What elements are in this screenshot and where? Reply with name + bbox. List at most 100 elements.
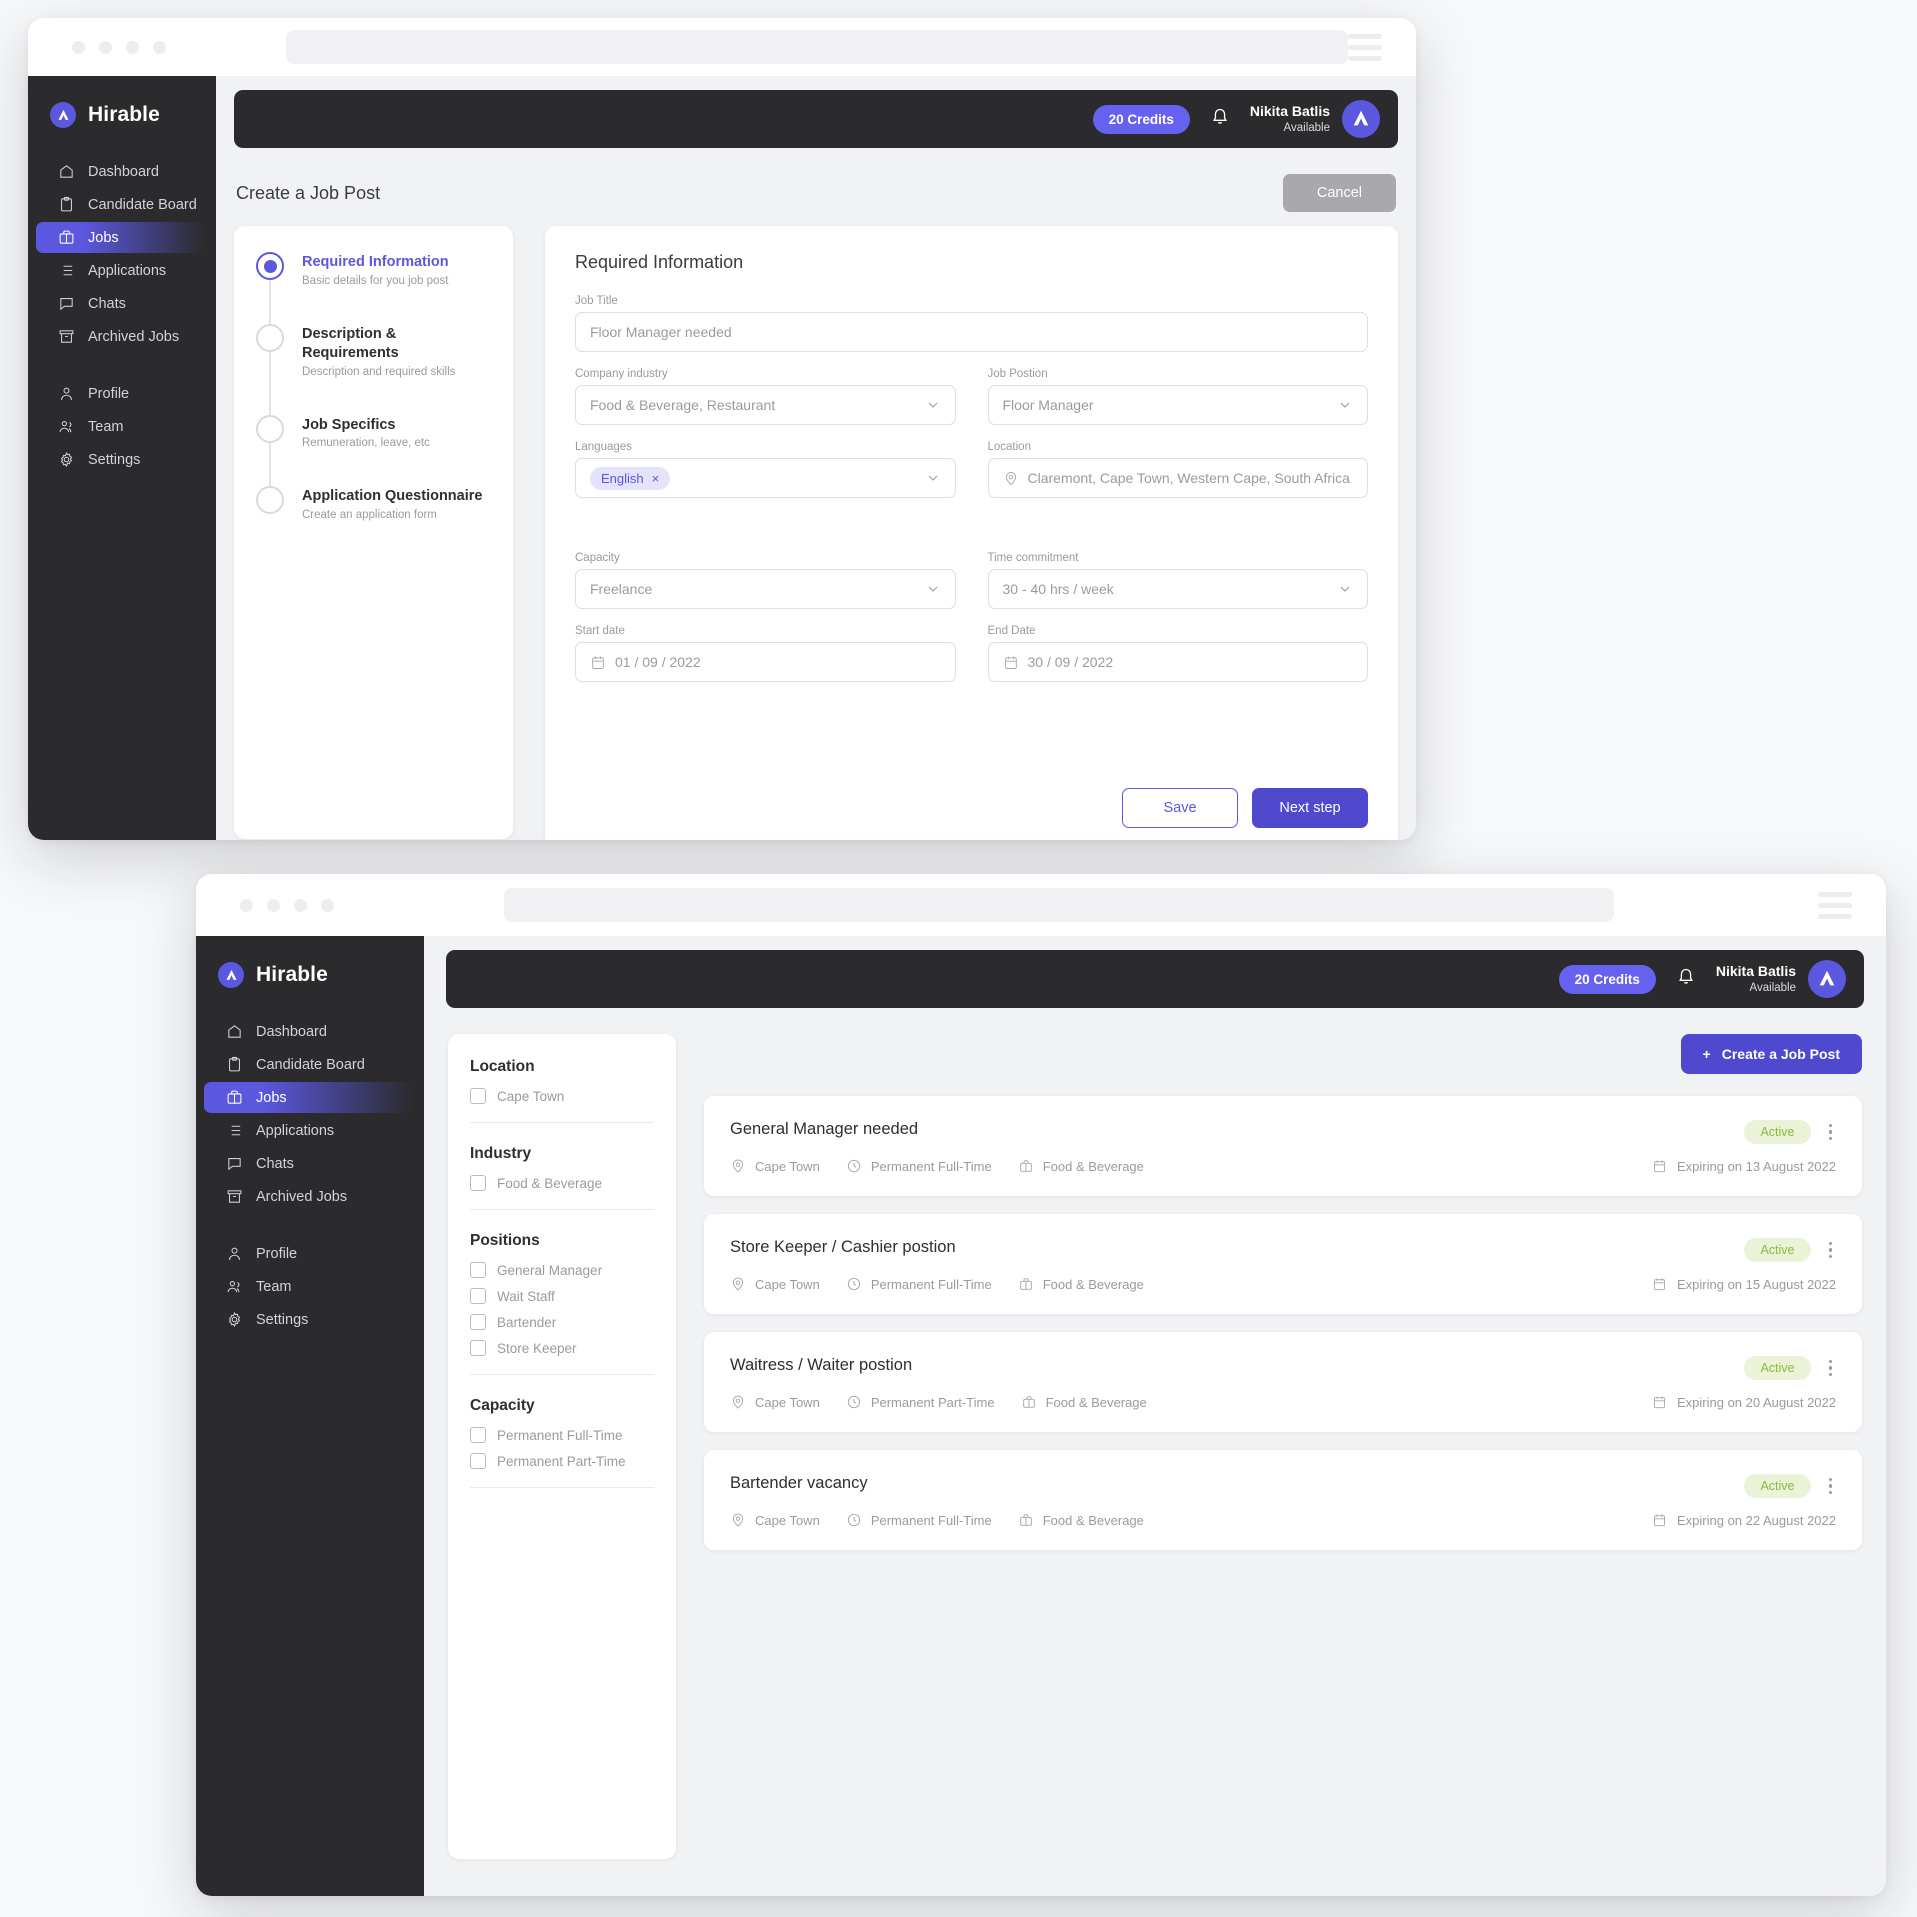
- chevron-down-icon: [925, 581, 941, 597]
- bell-icon[interactable]: [1210, 106, 1230, 133]
- job-title: Bartender vacancy: [730, 1474, 868, 1492]
- checkbox[interactable]: [470, 1453, 486, 1469]
- step-description-requirements[interactable]: Description & Requirements Description a…: [256, 323, 491, 415]
- table-row[interactable]: General Manager needed Active Cape Town: [704, 1096, 1862, 1196]
- job-expiry: Expiring on 15 August 2022: [1652, 1276, 1836, 1292]
- step-job-specifics[interactable]: Job Specifics Remuneration, leave, etc: [256, 414, 491, 487]
- avatar[interactable]: [1808, 960, 1846, 998]
- menu-icon[interactable]: [1348, 33, 1390, 61]
- sidebar-item-applications[interactable]: Applications: [36, 255, 204, 286]
- start-date-input[interactable]: 01 / 09 / 2022: [575, 642, 956, 682]
- checkbox[interactable]: [470, 1314, 486, 1330]
- sidebar-item-profile[interactable]: Profile: [36, 378, 204, 409]
- checkbox[interactable]: [470, 1262, 486, 1278]
- checkbox[interactable]: [470, 1175, 486, 1191]
- table-row[interactable]: Store Keeper / Cashier postion Active Ca…: [704, 1214, 1862, 1314]
- job-position-select[interactable]: Floor Manager: [987, 385, 1368, 425]
- filter-option-bartender[interactable]: Bartender: [470, 1314, 654, 1330]
- more-options-icon[interactable]: [1825, 1358, 1837, 1379]
- table-row[interactable]: Waitress / Waiter postion Active Cape To…: [704, 1332, 1862, 1432]
- cancel-button[interactable]: Cancel: [1282, 174, 1396, 212]
- languages-select[interactable]: English ×: [575, 458, 956, 498]
- window-dot[interactable]: [267, 898, 280, 912]
- credits-badge[interactable]: 20 Credits: [1092, 104, 1190, 134]
- sidebar-item-candidate-board[interactable]: Candidate Board: [204, 1049, 412, 1080]
- sidebar-item-dashboard[interactable]: Dashboard: [204, 1016, 412, 1047]
- window-dot[interactable]: [126, 40, 139, 54]
- window-dot[interactable]: [99, 40, 112, 54]
- sidebar-item-settings[interactable]: Settings: [36, 444, 204, 475]
- company-industry-select[interactable]: Food & Beverage, Restaurant: [575, 385, 956, 425]
- filter-option-food-beverage[interactable]: Food & Beverage: [470, 1175, 654, 1191]
- checkbox[interactable]: [470, 1340, 486, 1356]
- divider: [470, 1487, 654, 1488]
- sidebar-item-archived-jobs[interactable]: Archived Jobs: [36, 321, 204, 352]
- jobs-toolbar: + Create a Job Post: [704, 1034, 1862, 1074]
- sidebar-item-label: Team: [88, 418, 124, 435]
- checkbox[interactable]: [470, 1288, 486, 1304]
- time-commitment-select[interactable]: 30 - 40 hrs / week: [987, 569, 1368, 609]
- next-step-button[interactable]: Next step: [1252, 788, 1368, 828]
- user-block[interactable]: Nikita Batlis Available: [1250, 100, 1380, 138]
- filter-option-permanent-part-time[interactable]: Permanent Part-Time: [470, 1453, 654, 1469]
- sidebar-item-team[interactable]: Team: [204, 1271, 412, 1302]
- menu-icon[interactable]: [1818, 891, 1860, 919]
- more-options-icon[interactable]: [1825, 1240, 1837, 1261]
- location-input[interactable]: Claremont, Cape Town, Western Cape, Sout…: [987, 458, 1368, 498]
- sidebar-item-jobs[interactable]: Jobs: [204, 1082, 412, 1113]
- user-status: Available: [1283, 121, 1330, 134]
- main-content: 20 Credits Nikita Batlis Available: [216, 76, 1416, 840]
- filter-option-wait-staff[interactable]: Wait Staff: [470, 1288, 654, 1304]
- sidebar-item-applications[interactable]: Applications: [204, 1115, 412, 1146]
- language-tag-english[interactable]: English ×: [590, 466, 671, 490]
- filter-option-general-manager[interactable]: General Manager: [470, 1262, 654, 1278]
- chevron-down-icon: [1337, 397, 1353, 413]
- calendar-icon: [590, 654, 606, 671]
- filter-option-store-keeper[interactable]: Store Keeper: [470, 1340, 654, 1356]
- sidebar-item-chats[interactable]: Chats: [204, 1148, 412, 1179]
- job-industry-label: Food & Beverage: [1045, 1394, 1147, 1410]
- credits-badge[interactable]: 20 Credits: [1558, 964, 1656, 994]
- filter-group-title: Capacity: [470, 1397, 535, 1414]
- filter-option-label: Permanent Part-Time: [497, 1453, 626, 1469]
- address-bar[interactable]: [286, 30, 1348, 64]
- end-date-input[interactable]: 30 / 09 / 2022: [987, 642, 1368, 682]
- create-a-job-post-button[interactable]: + Create a Job Post: [1680, 1034, 1862, 1074]
- sidebar-item-team[interactable]: Team: [36, 411, 204, 442]
- checkbox[interactable]: [470, 1088, 486, 1104]
- user-block[interactable]: Nikita Batlis Available: [1716, 960, 1846, 998]
- remove-tag-icon[interactable]: ×: [652, 472, 660, 485]
- sidebar-item-label: Applications: [88, 262, 167, 279]
- sidebar-item-chats[interactable]: Chats: [36, 288, 204, 319]
- window-dot[interactable]: [153, 40, 166, 54]
- field-label: Job Postion: [987, 368, 1048, 380]
- step-application-questionnaire[interactable]: Application Questionnaire Create an appl…: [256, 486, 491, 521]
- filter-option-permanent-full-time[interactable]: Permanent Full-Time: [470, 1427, 654, 1443]
- sidebar-item-archived-jobs[interactable]: Archived Jobs: [204, 1181, 412, 1212]
- sidebar-item-settings[interactable]: Settings: [204, 1304, 412, 1335]
- window-dot[interactable]: [321, 898, 334, 912]
- field-value: Floor Manager needed: [590, 324, 732, 340]
- filter-option-cape-town[interactable]: Cape Town: [470, 1088, 654, 1104]
- sidebar-item-profile[interactable]: Profile: [204, 1238, 412, 1269]
- sidebar-item-dashboard[interactable]: Dashboard: [36, 156, 204, 187]
- window-dot[interactable]: [240, 898, 253, 912]
- status-badge: Active: [1744, 1356, 1811, 1380]
- address-bar[interactable]: [504, 888, 1614, 922]
- window-dot[interactable]: [294, 898, 307, 912]
- more-options-icon[interactable]: [1825, 1122, 1837, 1143]
- capacity-select[interactable]: Freelance: [575, 569, 956, 609]
- sidebar-item-candidate-board[interactable]: Candidate Board: [36, 189, 204, 220]
- window-dot[interactable]: [72, 40, 85, 54]
- more-options-icon[interactable]: [1825, 1476, 1837, 1497]
- briefcase-icon: [1019, 1514, 1032, 1526]
- checkbox[interactable]: [470, 1427, 486, 1443]
- avatar[interactable]: [1342, 100, 1380, 138]
- job-title-input[interactable]: Floor Manager needed: [575, 312, 1368, 352]
- sidebar-item-jobs[interactable]: Jobs: [36, 222, 204, 253]
- divider: [470, 1374, 654, 1375]
- save-button[interactable]: Save: [1122, 788, 1238, 828]
- step-required-information[interactable]: Required Information Basic details for y…: [256, 252, 491, 324]
- bell-icon[interactable]: [1676, 966, 1696, 993]
- table-row[interactable]: Bartender vacancy Active Cape Town Perma…: [704, 1450, 1862, 1550]
